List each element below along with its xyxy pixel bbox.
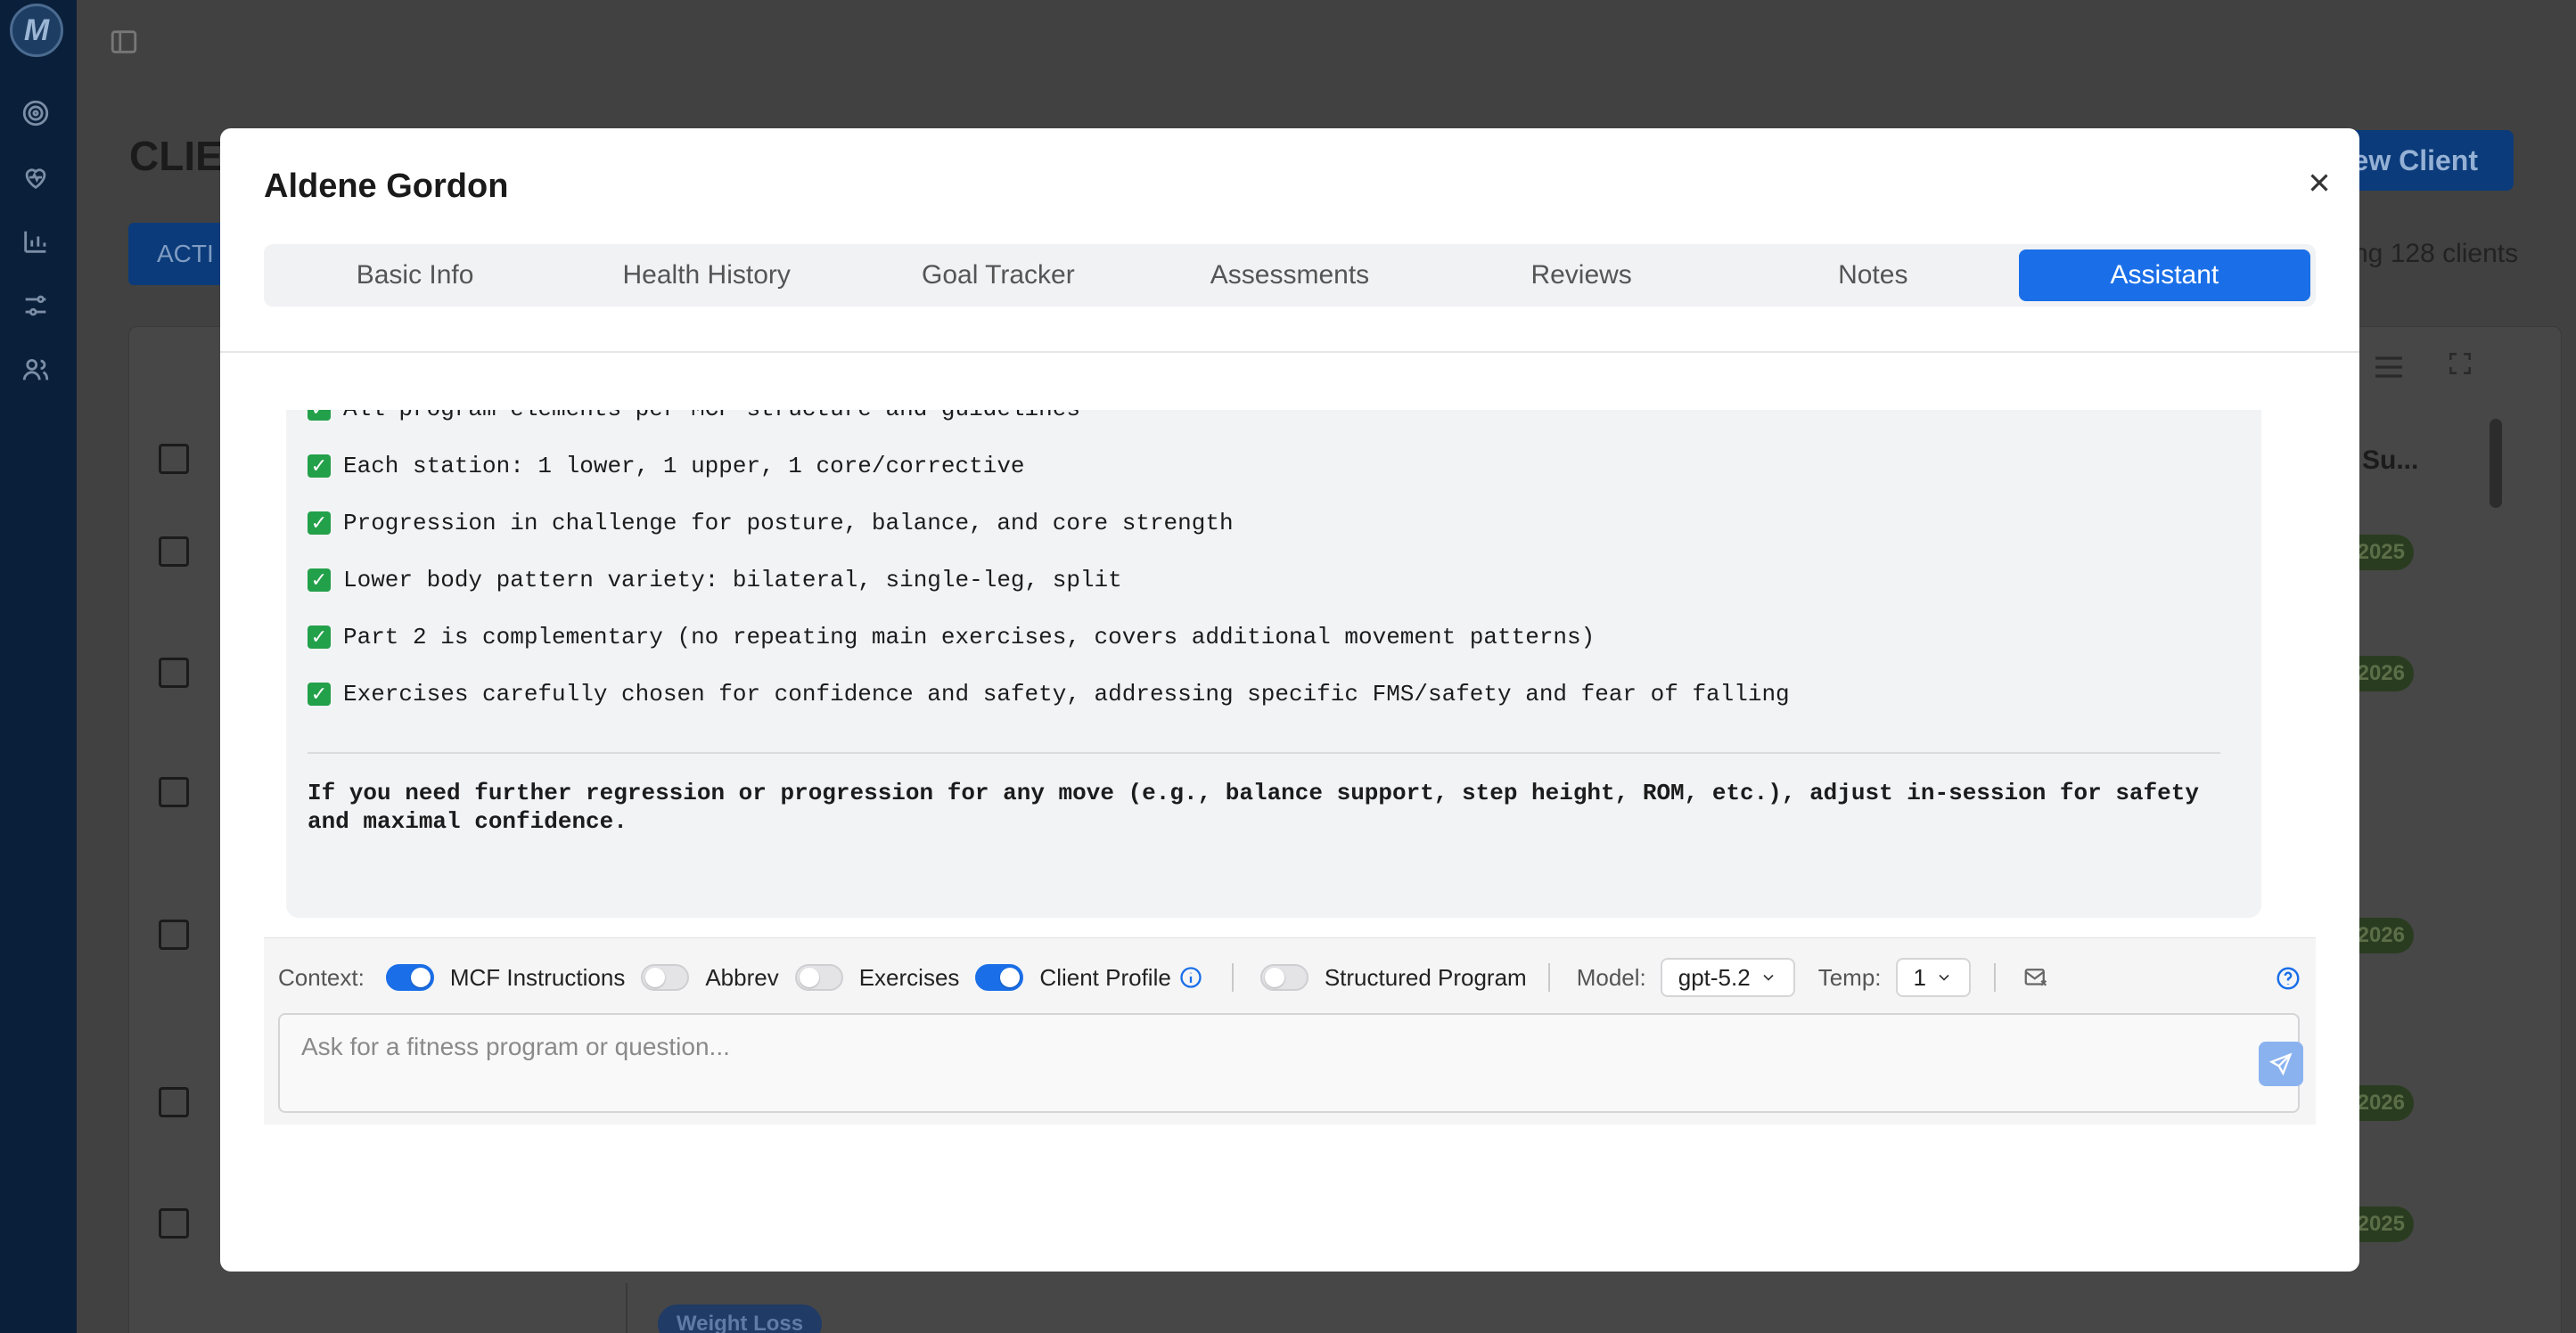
tab-reviews[interactable]: Reviews	[1436, 249, 1727, 301]
checklist-text: Part 2 is complementary (no repeating ma…	[343, 624, 1596, 650]
chevron-down-icon	[1763, 974, 1774, 981]
temp-select[interactable]: 1	[1895, 958, 1971, 997]
tab-assessments[interactable]: Assessments	[1144, 249, 1435, 301]
header-divider	[220, 351, 2359, 353]
model-label: Model:	[1576, 963, 1646, 991]
chevron-down-icon	[1939, 974, 1949, 981]
toolbar-separator	[1231, 963, 1234, 992]
tab-active-clients[interactable]: ACTI	[128, 223, 235, 285]
temp-value: 1	[1913, 963, 1926, 991]
toolbar-separator	[1547, 963, 1550, 992]
message-divider	[308, 752, 2220, 754]
bar-chart-icon[interactable]	[21, 226, 51, 257]
page-title: CLIE	[129, 133, 223, 179]
context-toolbar: Context: MCF Instructions Abbrev Exercis…	[278, 958, 2051, 997]
checklist-text: Each station: 1 lower, 1 upper, 1 core/c…	[343, 453, 1025, 479]
exercises-label: Exercises	[858, 963, 960, 991]
mcf-instructions-toggle[interactable]	[385, 964, 434, 991]
structured-program-label: Structured Program	[1324, 963, 1527, 991]
checklist-item: ✓ Lower body pattern variety: bilateral,…	[308, 567, 1122, 593]
checklist-text: All program elements per MCF structure a…	[343, 410, 1080, 422]
chat-history[interactable]: ✓ All program elements per MCF structure…	[264, 410, 2312, 936]
select-all-checkbox[interactable]	[159, 444, 189, 474]
tab-notes[interactable]: Notes	[1727, 249, 2019, 301]
modal-tabs: Basic Info Health History Goal Tracker A…	[264, 244, 2316, 307]
users-icon[interactable]	[21, 355, 51, 385]
sliders-icon[interactable]	[21, 290, 51, 321]
tab-goal-tracker[interactable]: Goal Tracker	[852, 249, 1144, 301]
check-icon: ✓	[308, 511, 331, 535]
abbrev-label: Abbrev	[705, 963, 779, 991]
checklist-item: ✓ Each station: 1 lower, 1 upper, 1 core…	[308, 453, 1025, 479]
app-logo: M	[10, 4, 63, 57]
mcf-instructions-label: MCF Instructions	[449, 963, 626, 991]
target-icon[interactable]	[21, 98, 51, 128]
columns-menu-icon[interactable]	[2371, 349, 2407, 380]
info-icon[interactable]	[1178, 965, 1203, 990]
row-checkbox[interactable]	[159, 920, 189, 950]
temp-label: Temp:	[1817, 963, 1882, 991]
send-icon	[2268, 1052, 2293, 1076]
client-profile-toggle[interactable]	[975, 964, 1024, 991]
abbrev-toggle[interactable]	[641, 964, 690, 991]
exercises-toggle[interactable]	[794, 964, 843, 991]
row-checkbox[interactable]	[159, 658, 189, 688]
table-scrollbar[interactable]	[2490, 419, 2502, 508]
prompt-input-box[interactable]	[278, 1013, 2303, 1113]
checklist-text: Exercises carefully chosen for confidenc…	[343, 681, 1790, 707]
check-icon: ✓	[308, 568, 331, 592]
checklist-text: Progression in challenge for posture, ba…	[343, 510, 1234, 536]
tab-basic-info[interactable]: Basic Info	[269, 249, 561, 301]
client-profile-label: Client Profile	[1039, 963, 1171, 991]
checklist-item: ✓ Progression in challenge for posture, …	[308, 510, 1234, 536]
checklist-item: ✓ Part 2 is complementary (no repeating …	[308, 624, 1595, 650]
check-icon: ✓	[308, 410, 331, 421]
assistant-controls: Context: MCF Instructions Abbrev Exercis…	[264, 937, 2316, 1124]
checklist-text: Lower body pattern variety: bilateral, s…	[343, 567, 1122, 593]
help-icon[interactable]	[2275, 965, 2301, 992]
mail-off-icon[interactable]	[2021, 964, 2051, 991]
close-icon[interactable]	[2304, 168, 2334, 198]
assistant-message: ✓ All program elements per MCF structure…	[286, 410, 2261, 918]
prompt-input[interactable]	[280, 1015, 2298, 1111]
checklist-item: ✓ Exercises carefully chosen for confide…	[308, 681, 1790, 707]
check-icon: ✓	[308, 626, 331, 649]
sidebar-toggle-icon[interactable]	[109, 27, 139, 57]
modal-title: Aldene Gordon	[264, 168, 509, 205]
client-modal: Aldene Gordon Basic Info Health History …	[220, 128, 2359, 1272]
goal-badge: Weight Loss	[658, 1304, 822, 1333]
context-label: Context:	[278, 963, 365, 991]
toolbar-separator	[1993, 963, 1996, 992]
model-select[interactable]: gpt-5.2	[1660, 958, 1795, 997]
tab-health-history[interactable]: Health History	[561, 249, 852, 301]
row-checkbox[interactable]	[159, 536, 189, 567]
send-button[interactable]	[2259, 1042, 2303, 1086]
model-value: gpt-5.2	[1678, 963, 1751, 991]
column-header[interactable]: Su...	[2362, 446, 2418, 476]
checklist-item: ✓ All program elements per MCF structure…	[308, 410, 1080, 422]
check-icon: ✓	[308, 683, 331, 706]
client-count: ng 128 clients	[2353, 239, 2519, 268]
check-icon: ✓	[308, 454, 331, 478]
row-checkbox[interactable]	[159, 777, 189, 807]
row-checkbox[interactable]	[159, 1087, 189, 1117]
final-note: If you need further regression or progre…	[308, 780, 2199, 835]
row-checkbox[interactable]	[159, 1208, 189, 1239]
tab-assistant[interactable]: Assistant	[2018, 249, 2310, 301]
structured-program-toggle[interactable]	[1259, 964, 1309, 991]
column-divider	[626, 1283, 628, 1333]
app-sidebar: M	[0, 0, 77, 1333]
heart-pulse-icon[interactable]	[21, 162, 51, 192]
fullscreen-icon[interactable]	[2446, 349, 2474, 378]
